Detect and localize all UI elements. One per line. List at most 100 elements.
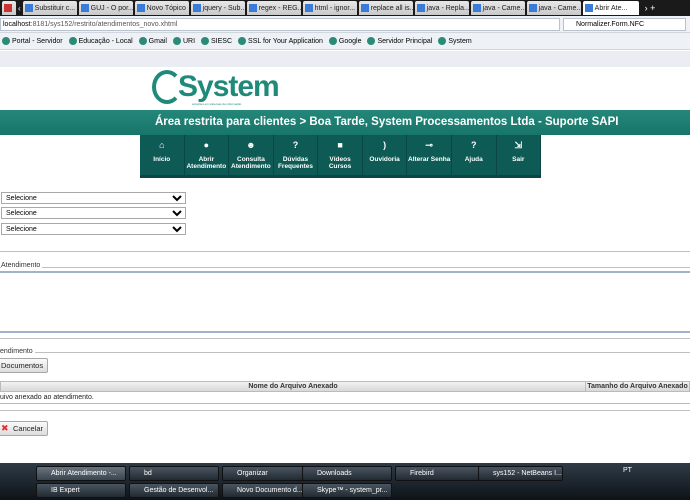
browser-tab[interactable]: html - ignor... bbox=[302, 1, 357, 15]
col-header-name[interactable]: Nome do Arquivo Anexado bbox=[1, 382, 586, 391]
bookmark-label: Gmail bbox=[148, 37, 167, 45]
menu-item[interactable]: ? Ajuda bbox=[452, 135, 497, 175]
tab-title: jquery - Sub... bbox=[202, 4, 245, 12]
documents-button[interactable]: Documentos bbox=[0, 358, 49, 373]
bookmark-item[interactable]: URI bbox=[172, 37, 195, 45]
menu-item[interactable]: ) Ouvidoria bbox=[363, 135, 408, 175]
fieldset-border bbox=[0, 267, 690, 268]
bookmark-item[interactable]: Gmail bbox=[138, 37, 167, 45]
browser-tab-bar: ‹ Substituir c... GUJ - O por... Novo Tópi… bbox=[0, 0, 690, 16]
search-input[interactable]: Normalizer.Form.NFC bbox=[563, 17, 686, 31]
bookmark-label: Google bbox=[338, 37, 362, 45]
bookmark-icon bbox=[367, 37, 376, 45]
fieldset-border bbox=[0, 352, 690, 353]
browser-tab[interactable]: java - Repla... bbox=[414, 1, 469, 15]
taskbar-button[interactable]: Abrir Atendimento -... bbox=[36, 466, 126, 481]
menu-label: Início bbox=[153, 156, 171, 163]
taskbar-button[interactable]: Skype™ - system_pr... bbox=[302, 483, 392, 498]
browser-tab[interactable]: Novo Tópico bbox=[134, 1, 189, 15]
bookmark-icon bbox=[138, 37, 147, 45]
cancel-label: Cancelar bbox=[13, 424, 44, 433]
new-tab-icon[interactable]: › + bbox=[645, 3, 656, 13]
browser-tab[interactable]: GUJ - O por... bbox=[78, 1, 133, 15]
windows-taskbar: Abrir Atendimento -... bd Organizar Downloa… bbox=[0, 463, 690, 500]
select-1[interactable]: Selecione bbox=[1, 192, 186, 204]
bookmark-icon bbox=[438, 37, 447, 45]
taskbar-button[interactable]: bd bbox=[129, 466, 219, 481]
bookmark-label: Servidor Principal bbox=[377, 37, 433, 45]
menu-item[interactable]: ⊸ Alterar Senha bbox=[407, 135, 452, 175]
select-2[interactable]: Selecione bbox=[1, 207, 186, 219]
menu-item[interactable]: ● Abrir Atendimento bbox=[185, 135, 230, 175]
bookmark-item[interactable]: SSL for Your Application bbox=[238, 37, 323, 45]
divider bbox=[0, 251, 690, 252]
browser-tab[interactable]: java - Came... bbox=[526, 1, 581, 15]
tab-title: Novo Tópico bbox=[146, 4, 186, 12]
users-icon: ☻ bbox=[246, 140, 256, 150]
taskbar-button[interactable]: sys152 - NetBeans I... bbox=[478, 466, 563, 481]
bookmark-item[interactable]: System bbox=[438, 37, 472, 45]
browser-tab[interactable]: replace all is... bbox=[358, 1, 413, 15]
favicon-icon bbox=[360, 4, 369, 12]
menu-item[interactable]: ⇲ Sair bbox=[497, 135, 542, 175]
address-bar-row: localhost:8181/sys152/restrito/atendimen… bbox=[0, 16, 690, 33]
tab-title: Abrir Ate... bbox=[594, 4, 628, 12]
tab-title: java - Came... bbox=[538, 4, 581, 12]
cancel-button[interactable]: ✖ Cancelar bbox=[0, 421, 49, 436]
favicon-icon bbox=[472, 4, 481, 12]
url-path: :8181/sys152/restrito/atendimentos_novo.… bbox=[30, 20, 178, 28]
taskbar-button[interactable]: Firebird bbox=[395, 466, 485, 481]
browser-tab[interactable]: java - Came... bbox=[470, 1, 525, 15]
menu-label: Dúvidas Frequentes bbox=[277, 156, 313, 170]
menu-label: Vídeos Cursos bbox=[328, 156, 352, 170]
browser-tab[interactable]: jquery - Sub... bbox=[190, 1, 245, 15]
menu-item[interactable]: ? Dúvidas Frequentes bbox=[274, 135, 319, 175]
select-3[interactable]: Selecione bbox=[1, 223, 186, 235]
tab-title: GUJ - O por... bbox=[90, 4, 133, 12]
browser-tab[interactable]: regex - REG... bbox=[246, 1, 301, 15]
url-input[interactable]: localhost:8181/sys152/restrito/atendimen… bbox=[0, 17, 560, 31]
bookmark-icon bbox=[328, 37, 337, 45]
home-icon: ⌂ bbox=[159, 140, 165, 150]
language-indicator[interactable]: PT bbox=[623, 467, 632, 474]
bookmarks-bar: Portal - Servidor Educação - Local Gmail UR… bbox=[0, 33, 690, 50]
browser-tab[interactable]: Abrir Ate... bbox=[582, 1, 639, 15]
col-header-size[interactable]: Tamanho do Arquivo Anexado bbox=[586, 382, 689, 391]
tab-title: regex - REG... bbox=[258, 4, 301, 12]
table-empty-row: uivo anexado ao atendimento. bbox=[0, 392, 690, 404]
menu-item[interactable]: ⌂ Início bbox=[140, 135, 185, 175]
video-icon: ■ bbox=[337, 140, 343, 150]
favicon-icon bbox=[304, 4, 313, 12]
favicon-icon bbox=[528, 4, 537, 12]
taskbar-button[interactable]: Gestão de Desenvol... bbox=[129, 483, 219, 498]
menu-item[interactable]: ■ Vídeos Cursos bbox=[318, 135, 363, 175]
favicon-icon bbox=[584, 4, 593, 12]
taskbar-button[interactable]: Downloads bbox=[302, 466, 392, 481]
bookmark-item[interactable]: Educação - Local bbox=[68, 37, 133, 45]
bookmark-icon bbox=[238, 37, 247, 45]
welcome-banner: Área restrita para clientes > Boa Tarde,… bbox=[0, 110, 690, 135]
browser-tab[interactable]: Substituir c... bbox=[22, 1, 77, 15]
system-logo[interactable]: System soluções em sistemas de informaçã… bbox=[152, 70, 280, 106]
fieldset-legend-atendimento: Atendimento bbox=[1, 262, 43, 269]
scroll-left-icon[interactable]: ‹ bbox=[18, 4, 21, 13]
bookmark-label: Portal - Servidor bbox=[12, 37, 63, 45]
fieldset-legend-anexos: endimento bbox=[0, 348, 35, 355]
bookmark-item[interactable]: SIESC bbox=[201, 37, 232, 45]
favicon-icon bbox=[192, 4, 201, 12]
gmail-pinned-tab[interactable] bbox=[2, 1, 16, 15]
taskbar-button[interactable]: Organizar bbox=[222, 466, 312, 481]
logo-tagline: soluções em sistemas de informação bbox=[192, 102, 242, 106]
bookmark-label: SIESC bbox=[211, 37, 233, 45]
menu-label: Consulta Atendimento bbox=[231, 156, 271, 170]
taskbar-button[interactable]: Novo Documento d... bbox=[222, 483, 312, 498]
bookmark-item[interactable]: Google bbox=[328, 37, 362, 45]
menu-item[interactable]: ☻ Consulta Atendimento bbox=[229, 135, 274, 175]
bookmark-item[interactable]: Servidor Principal bbox=[367, 37, 432, 45]
atendimento-textarea[interactable] bbox=[0, 271, 690, 333]
bookmark-item[interactable]: Portal - Servidor bbox=[2, 37, 63, 45]
taskbar-button[interactable]: IB Expert bbox=[36, 483, 126, 498]
url-host: localhost bbox=[3, 20, 31, 28]
bookmark-label: SSL for Your Application bbox=[248, 37, 323, 45]
divider bbox=[0, 410, 690, 411]
